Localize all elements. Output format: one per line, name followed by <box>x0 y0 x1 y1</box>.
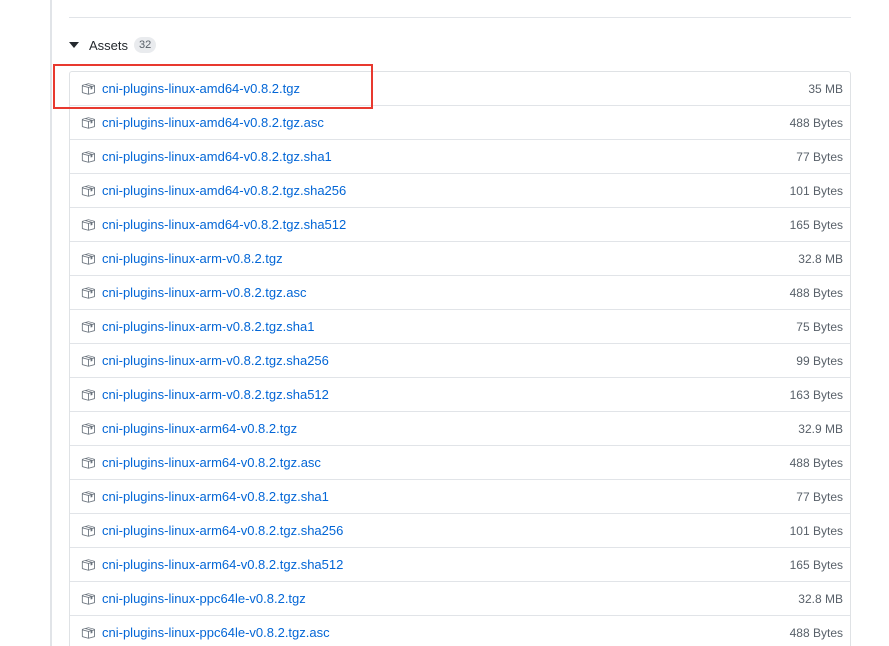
asset-size: 77 Bytes <box>796 489 843 504</box>
package-icon <box>80 81 96 97</box>
asset-download-link[interactable]: cni-plugins-linux-amd64-v0.8.2.tgz <box>102 81 808 96</box>
asset-row: cni-plugins-linux-arm64-v0.8.2.tgz.asc 48… <box>70 446 850 480</box>
asset-row: cni-plugins-linux-arm-v0.8.2.tgz.asc 488 … <box>70 276 850 310</box>
asset-download-link[interactable]: cni-plugins-linux-amd64-v0.8.2.tgz.sha1 <box>102 149 796 164</box>
assets-count-badge: 32 <box>134 37 157 53</box>
asset-row: cni-plugins-linux-ppc64le-v0.8.2.tgz 32.8… <box>70 582 850 616</box>
package-icon <box>80 353 96 369</box>
asset-row: cni-plugins-linux-amd64-v0.8.2.tgz.asc 48… <box>70 106 850 140</box>
asset-download-link[interactable]: cni-plugins-linux-arm64-v0.8.2.tgz.asc <box>102 455 790 470</box>
package-icon <box>80 591 96 607</box>
asset-download-link[interactable]: cni-plugins-linux-amd64-v0.8.2.tgz.sha51… <box>102 217 790 232</box>
assets-toggle[interactable]: Assets 32 <box>69 35 157 55</box>
asset-row: cni-plugins-linux-arm64-v0.8.2.tgz.sha1 7… <box>70 480 850 514</box>
asset-size: 99 Bytes <box>796 353 843 368</box>
section-divider <box>69 17 851 18</box>
asset-size: 165 Bytes <box>789 557 843 572</box>
asset-row: cni-plugins-linux-arm64-v0.8.2.tgz 32.9 M… <box>70 412 850 446</box>
package-icon <box>80 149 96 165</box>
assets-list: cni-plugins-linux-amd64-v0.8.2.tgz 35 MB c… <box>69 71 851 646</box>
asset-download-link[interactable]: cni-plugins-linux-ppc64le-v0.8.2.tgz.asc <box>102 625 790 640</box>
timeline-line <box>50 0 52 646</box>
package-icon <box>80 625 96 641</box>
asset-size: 77 Bytes <box>796 149 843 164</box>
asset-size: 35 MB <box>808 81 843 96</box>
asset-row: cni-plugins-linux-arm-v0.8.2.tgz.sha256 9… <box>70 344 850 378</box>
release-page: Assets 32 cni-plugins-linux-amd64-v0.8.2… <box>0 0 889 646</box>
package-icon <box>80 557 96 573</box>
asset-row: cni-plugins-linux-arm-v0.8.2.tgz 32.8 MB <box>70 242 850 276</box>
asset-row: cni-plugins-linux-arm64-v0.8.2.tgz.sha51… <box>70 548 850 582</box>
asset-download-link[interactable]: cni-plugins-linux-arm64-v0.8.2.tgz.sha51… <box>102 557 790 572</box>
asset-download-link[interactable]: cni-plugins-linux-arm-v0.8.2.tgz.sha1 <box>102 319 796 334</box>
asset-download-link[interactable]: cni-plugins-linux-arm64-v0.8.2.tgz <box>102 421 798 436</box>
asset-download-link[interactable]: cni-plugins-linux-arm-v0.8.2.tgz.sha256 <box>102 353 796 368</box>
asset-size: 75 Bytes <box>796 319 843 334</box>
asset-row: cni-plugins-linux-amd64-v0.8.2.tgz.sha51… <box>70 208 850 242</box>
asset-row: cni-plugins-linux-ppc64le-v0.8.2.tgz.asc… <box>70 616 850 646</box>
package-icon <box>80 285 96 301</box>
asset-size: 32.8 MB <box>798 251 843 266</box>
package-icon <box>80 251 96 267</box>
package-icon <box>80 421 96 437</box>
asset-row: cni-plugins-linux-arm-v0.8.2.tgz.sha512 1… <box>70 378 850 412</box>
assets-title: Assets <box>89 37 129 53</box>
asset-download-link[interactable]: cni-plugins-linux-amd64-v0.8.2.tgz.sha25… <box>102 183 790 198</box>
asset-download-link[interactable]: cni-plugins-linux-ppc64le-v0.8.2.tgz <box>102 591 798 606</box>
asset-size: 32.9 MB <box>798 421 843 436</box>
package-icon <box>80 319 96 335</box>
asset-size: 488 Bytes <box>789 115 843 130</box>
asset-download-link[interactable]: cni-plugins-linux-arm-v0.8.2.tgz.asc <box>102 285 790 300</box>
asset-row: cni-plugins-linux-arm-v0.8.2.tgz.sha1 75 … <box>70 310 850 344</box>
asset-row: cni-plugins-linux-amd64-v0.8.2.tgz 35 MB <box>70 72 850 106</box>
package-icon <box>80 387 96 403</box>
asset-download-link[interactable]: cni-plugins-linux-arm-v0.8.2.tgz.sha512 <box>102 387 790 402</box>
asset-size: 488 Bytes <box>789 625 843 640</box>
caret-down-icon[interactable] <box>69 42 79 48</box>
asset-download-link[interactable]: cni-plugins-linux-arm64-v0.8.2.tgz.sha1 <box>102 489 796 504</box>
asset-download-link[interactable]: cni-plugins-linux-arm64-v0.8.2.tgz.sha25… <box>102 523 790 538</box>
asset-size: 101 Bytes <box>789 183 843 198</box>
asset-download-link[interactable]: cni-plugins-linux-amd64-v0.8.2.tgz.asc <box>102 115 790 130</box>
package-icon <box>80 455 96 471</box>
asset-size: 488 Bytes <box>789 455 843 470</box>
asset-size: 165 Bytes <box>789 217 843 232</box>
package-icon <box>80 183 96 199</box>
asset-size: 163 Bytes <box>789 387 843 402</box>
asset-row: cni-plugins-linux-arm64-v0.8.2.tgz.sha25… <box>70 514 850 548</box>
package-icon <box>80 523 96 539</box>
asset-size: 488 Bytes <box>789 285 843 300</box>
asset-size: 32.8 MB <box>798 591 843 606</box>
asset-row: cni-plugins-linux-amd64-v0.8.2.tgz.sha1 7… <box>70 140 850 174</box>
package-icon <box>80 115 96 131</box>
package-icon <box>80 489 96 505</box>
asset-row: cni-plugins-linux-amd64-v0.8.2.tgz.sha25… <box>70 174 850 208</box>
asset-size: 101 Bytes <box>789 523 843 538</box>
package-icon <box>80 217 96 233</box>
asset-download-link[interactable]: cni-plugins-linux-arm-v0.8.2.tgz <box>102 251 798 266</box>
